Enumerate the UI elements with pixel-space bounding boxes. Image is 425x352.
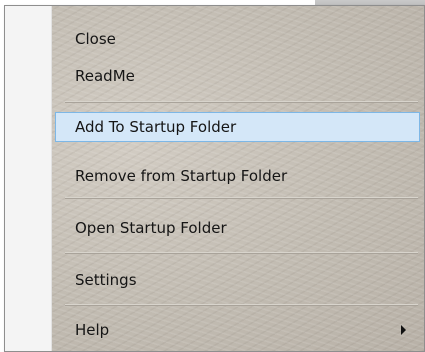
menu-item-add-to-startup-folder[interactable]: Add To Startup Folder xyxy=(55,112,420,142)
menu-item-close[interactable]: Close xyxy=(55,24,420,54)
menu-item-readme[interactable]: ReadMe xyxy=(55,61,420,91)
menu-item-label: Remove from Startup Folder xyxy=(75,167,288,185)
context-menu: Close ReadMe Add To Startup Folder Remov… xyxy=(4,5,425,352)
menu-item-remove-from-startup-folder[interactable]: Remove from Startup Folder xyxy=(55,161,420,191)
menu-item-open-startup-folder[interactable]: Open Startup Folder xyxy=(55,213,420,243)
menu-separator xyxy=(65,252,418,254)
chevron-right-icon xyxy=(401,325,406,335)
menu-item-settings[interactable]: Settings xyxy=(55,265,420,295)
menu-item-label: ReadMe xyxy=(75,67,135,85)
menu-item-label: Open Startup Folder xyxy=(75,219,227,237)
menu-item-help[interactable]: Help xyxy=(55,315,420,345)
menu-item-label: Help xyxy=(75,321,110,339)
menu-separator xyxy=(65,197,418,199)
menu-item-label: Add To Startup Folder xyxy=(75,118,237,136)
menu-icon-gutter xyxy=(5,6,52,351)
menu-item-label: Settings xyxy=(75,271,137,289)
menu-separator xyxy=(65,304,418,306)
menu-item-label: Close xyxy=(75,30,116,48)
menu-separator xyxy=(65,101,418,103)
